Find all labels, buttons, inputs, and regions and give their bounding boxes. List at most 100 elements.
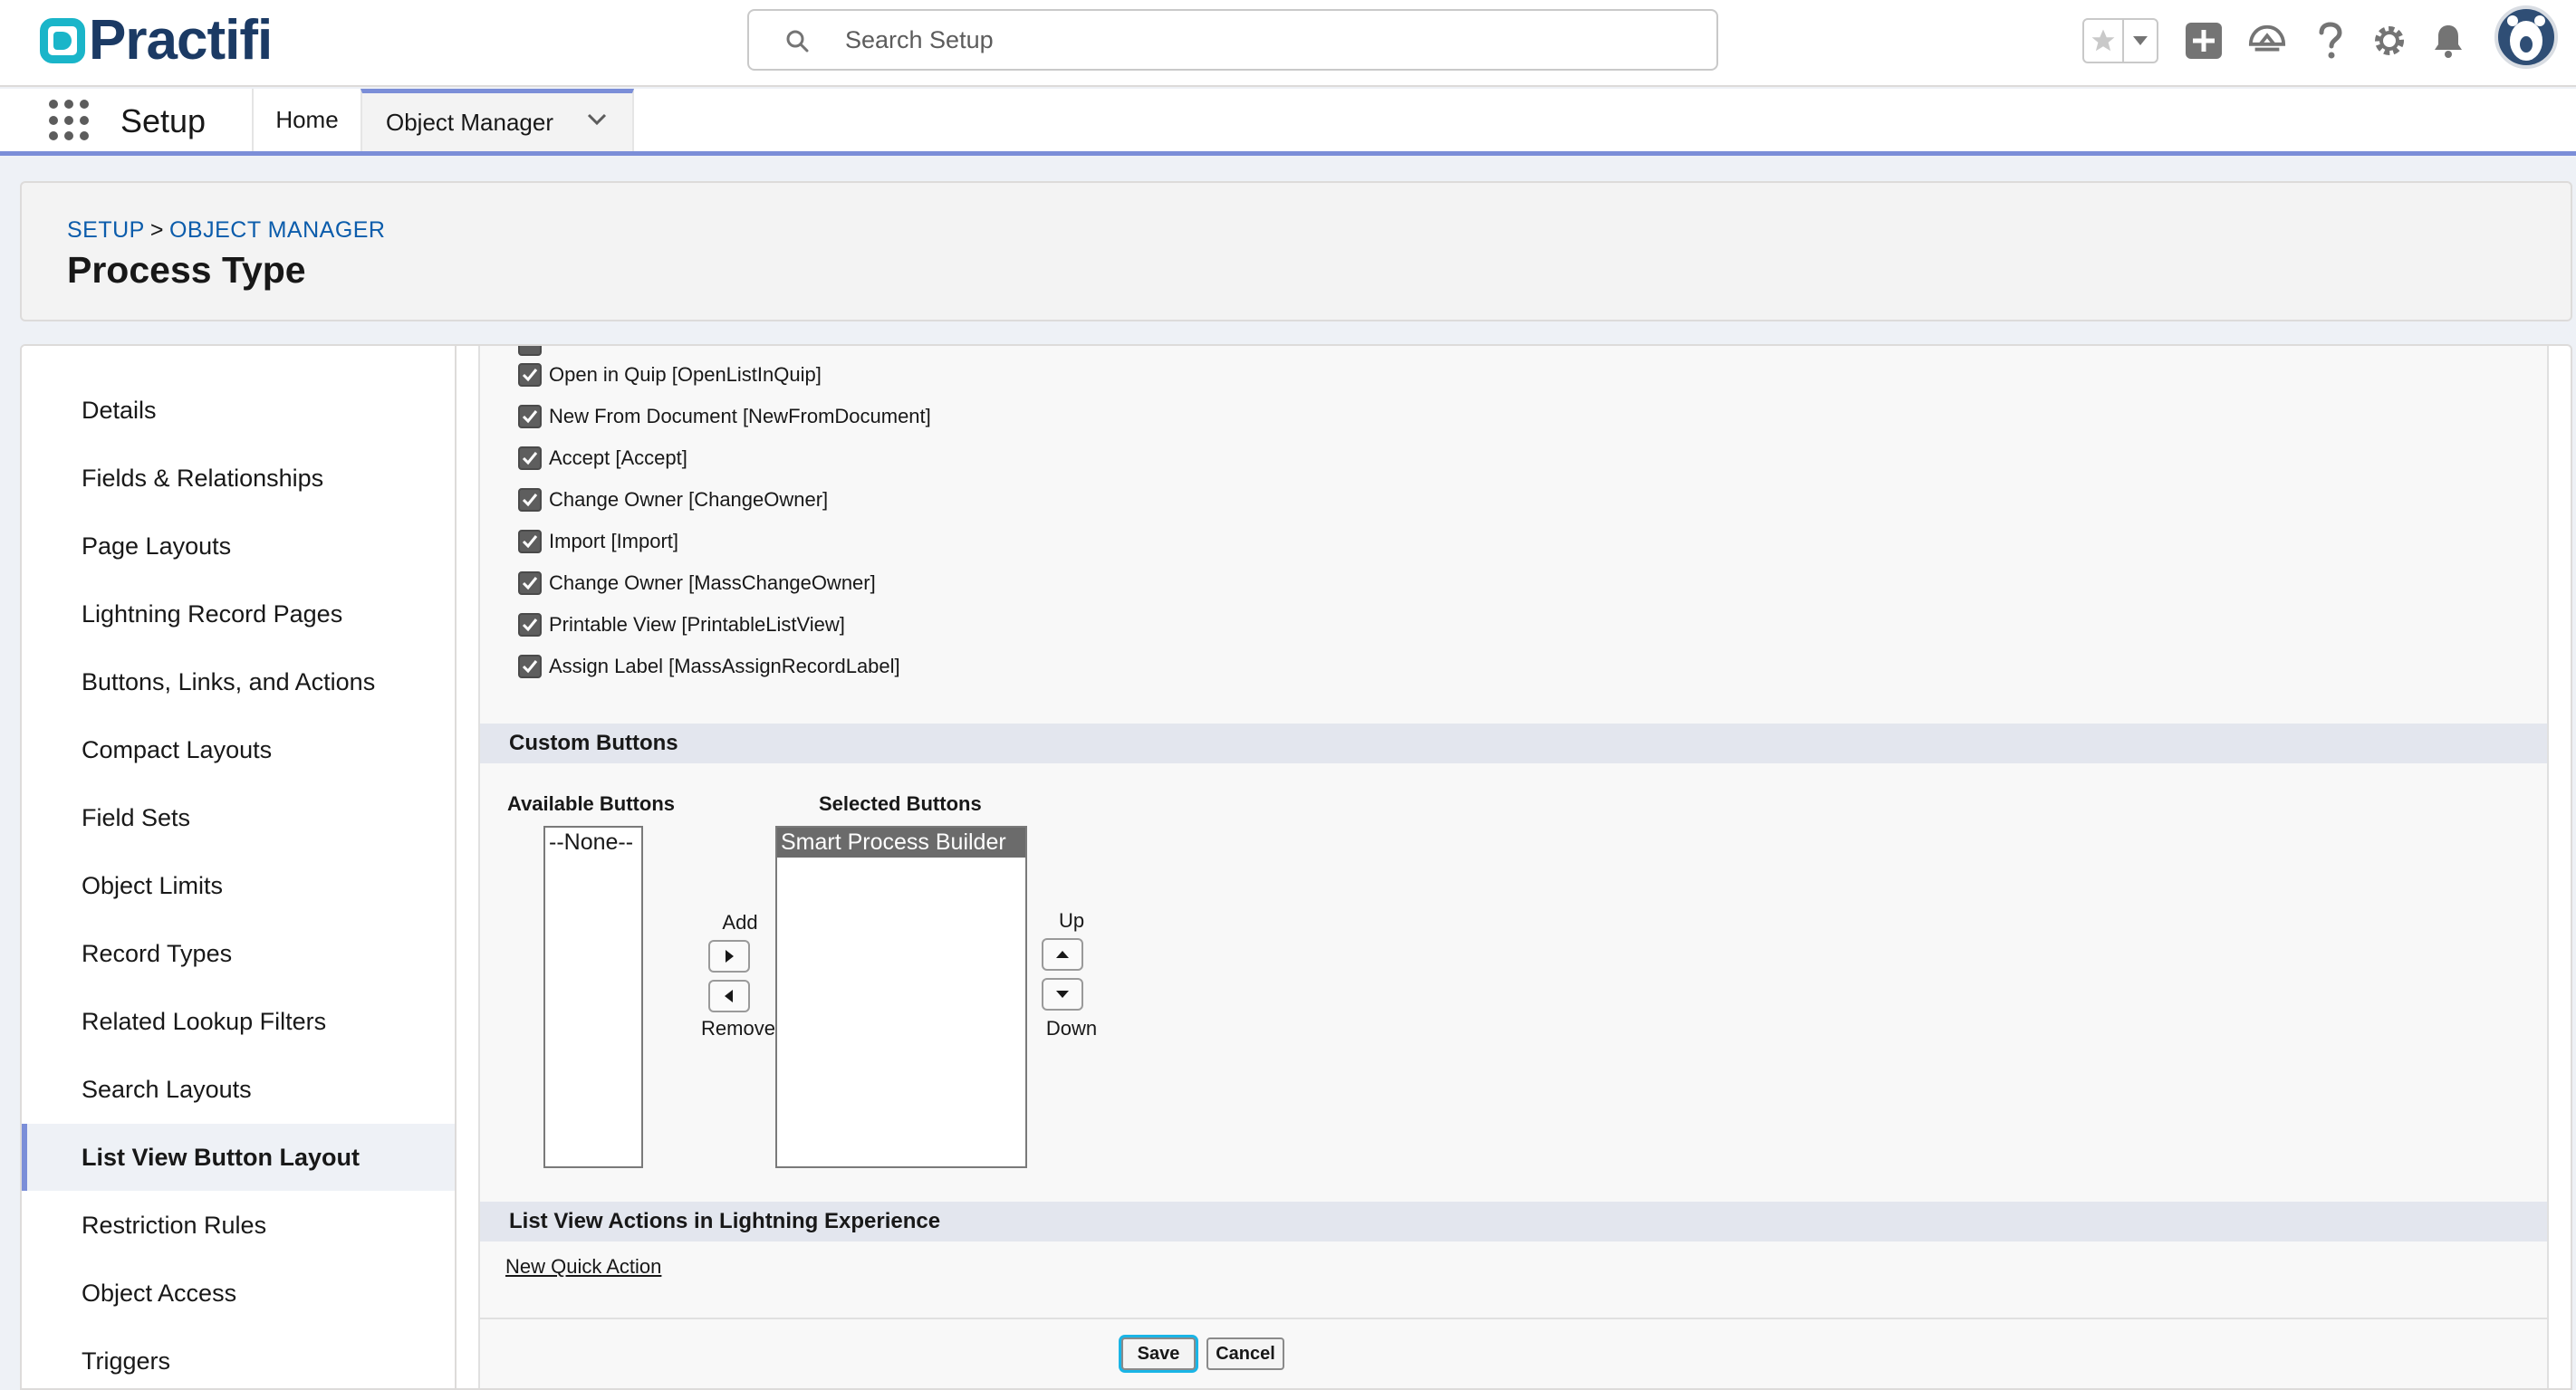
- notifications-bell-icon[interactable]: [2429, 22, 2467, 60]
- checkbox-label: Assign Label [MassAssignRecordLabel]: [549, 655, 900, 677]
- checkbox-row[interactable]: Import [Import]: [518, 527, 678, 556]
- checkbox-checked[interactable]: [518, 488, 542, 512]
- selected-buttons-label: Selected Buttons: [819, 792, 982, 815]
- favorites-star-icon[interactable]: [2084, 20, 2124, 62]
- breadcrumb: SETUP > OBJECT MANAGER: [67, 217, 386, 244]
- checkbox-label: Import [Import]: [549, 530, 679, 552]
- favorites-dropdown-icon[interactable]: [2124, 20, 2157, 62]
- app-name: Setup: [120, 102, 207, 139]
- sidebar-item-object-access[interactable]: Object Access: [22, 1260, 455, 1327]
- checkbox-checked[interactable]: [518, 571, 542, 595]
- selected-buttons-list[interactable]: Smart Process Builder: [775, 826, 1027, 1168]
- checkbox[interactable]: [518, 346, 542, 356]
- avatar-icon: [2507, 15, 2545, 61]
- checkbox-checked[interactable]: [518, 530, 542, 553]
- sidebar-item-restriction-rules[interactable]: Restriction Rules: [22, 1192, 455, 1259]
- checkbox-row[interactable]: Printable View [PrintableListView]: [518, 610, 845, 639]
- sidebar-item-page-layouts[interactable]: Page Layouts: [22, 513, 455, 580]
- chevron-down-icon[interactable]: [587, 113, 607, 126]
- checkbox-label: Accept [Accept]: [549, 446, 687, 469]
- favorites-group: [2082, 18, 2158, 63]
- user-avatar[interactable]: [2494, 5, 2558, 69]
- brand-name: Practifi: [89, 9, 273, 72]
- new-quick-action-link[interactable]: New Quick Action: [505, 1255, 661, 1279]
- selected-option[interactable]: Smart Process Builder: [777, 828, 1025, 858]
- checkbox-checked[interactable]: [518, 363, 542, 387]
- checkbox-label: Open in Quip [OpenListInQuip]: [549, 363, 822, 386]
- add-button[interactable]: [708, 940, 750, 973]
- checkmark-icon: [522, 577, 538, 590]
- checkbox-row[interactable]: Change Owner [ChangeOwner]: [518, 485, 828, 514]
- remove-label: Remove: [701, 1017, 775, 1040]
- sidebar-item-object-limits[interactable]: Object Limits: [22, 852, 455, 919]
- checkbox-checked[interactable]: [518, 613, 542, 637]
- arrow-right-icon: [726, 950, 734, 963]
- sidebar-item-record-types[interactable]: Record Types: [22, 920, 455, 987]
- global-actions-icon[interactable]: [2185, 22, 2223, 60]
- arrow-down-icon: [1056, 991, 1069, 998]
- arrow-up-icon: [1056, 951, 1069, 958]
- breadcrumb-setup[interactable]: SETUP: [67, 217, 145, 243]
- sidebar-item-field-sets[interactable]: Field Sets: [22, 784, 455, 851]
- checkbox-row[interactable]: Assign Label [MassAssignRecordLabel]: [518, 652, 900, 681]
- breadcrumb-object-manager[interactable]: OBJECT MANAGER: [169, 217, 386, 243]
- search-input[interactable]: [845, 11, 1660, 69]
- sidebar-item-buttons-links-actions[interactable]: Buttons, Links, and Actions: [22, 648, 455, 715]
- checkbox-row[interactable]: Change Owner [MassChangeOwner]: [518, 569, 876, 598]
- sidebar-item-compact-layouts[interactable]: Compact Layouts: [22, 716, 455, 783]
- app-launcher-icon[interactable]: [49, 100, 91, 141]
- sidebar-item-lightning-record-pages[interactable]: Lightning Record Pages: [22, 580, 455, 647]
- sidebar-item-details[interactable]: Details: [22, 377, 455, 444]
- available-option[interactable]: --None--: [545, 828, 641, 858]
- checkbox-checked[interactable]: [518, 405, 542, 428]
- checkbox-checked[interactable]: [518, 446, 542, 470]
- available-buttons-label: Available Buttons: [507, 792, 675, 815]
- available-buttons-list[interactable]: --None--: [543, 826, 643, 1168]
- add-label: Add: [722, 911, 758, 934]
- tab-object-manager[interactable]: Object Manager: [360, 89, 634, 151]
- move-down-button[interactable]: [1042, 978, 1083, 1011]
- help-icon[interactable]: [2312, 22, 2350, 60]
- checkmark-icon: [522, 494, 538, 507]
- checkmark-icon: [522, 660, 538, 674]
- checkbox-row[interactable]: Accept [Accept]: [518, 444, 687, 473]
- move-up-button[interactable]: [1042, 938, 1083, 971]
- checkbox-row[interactable]: Open in Quip [OpenListInQuip]: [518, 360, 822, 389]
- checkbox-label: New From Document [NewFromDocument]: [549, 405, 931, 427]
- sidebar-item-list-view-button-layout[interactable]: List View Button Layout: [22, 1124, 455, 1191]
- checkbox-row-partial: [518, 346, 549, 359]
- practifi-logo-icon: [40, 18, 85, 63]
- cancel-button[interactable]: Cancel: [1206, 1337, 1284, 1370]
- trailhead-icon[interactable]: [2248, 22, 2286, 60]
- checkmark-icon: [522, 369, 538, 382]
- page-title: Process Type: [67, 249, 306, 291]
- search-icon: [786, 30, 809, 53]
- tab-object-manager-label: Object Manager: [386, 108, 553, 136]
- gear-icon[interactable]: [2370, 22, 2408, 60]
- up-label: Up: [1058, 909, 1085, 932]
- remove-button[interactable]: [708, 980, 750, 1012]
- sidebar-item-fields-relationships[interactable]: Fields & Relationships: [22, 445, 455, 512]
- form-footer: Save Cancel: [480, 1318, 2547, 1388]
- tab-home[interactable]: Home: [252, 89, 360, 151]
- sidebar-item-related-lookup-filters[interactable]: Related Lookup Filters: [22, 988, 455, 1055]
- global-header: Practifi: [0, 0, 2576, 87]
- sidebar-item-triggers[interactable]: Triggers: [22, 1328, 455, 1388]
- down-label: Down: [1045, 1017, 1098, 1040]
- checkmark-icon: [522, 618, 538, 632]
- practifi-logo[interactable]: Practifi: [40, 9, 273, 72]
- checkmark-icon: [522, 535, 538, 549]
- list-view-button-layout-panel: Open in Quip [OpenListInQuip] New From D…: [478, 346, 2549, 1388]
- checkbox-checked[interactable]: [518, 655, 542, 678]
- search-box[interactable]: [747, 9, 1718, 71]
- arrow-left-icon: [725, 990, 733, 1002]
- main-card: Details Fields & Relationships Page Layo…: [20, 344, 2572, 1390]
- object-sidebar: Details Fields & Relationships Page Layo…: [22, 346, 457, 1388]
- checkbox-row[interactable]: New From Document [NewFromDocument]: [518, 402, 931, 431]
- save-button[interactable]: Save: [1121, 1337, 1196, 1370]
- checkbox-label: Change Owner [ChangeOwner]: [549, 488, 829, 511]
- page-header: SETUP > OBJECT MANAGER Process Type: [20, 181, 2572, 321]
- checkmark-icon: [522, 452, 538, 465]
- sidebar-item-search-layouts[interactable]: Search Layouts: [22, 1056, 455, 1123]
- lightning-actions-header: List View Actions in Lightning Experienc…: [480, 1202, 2547, 1241]
